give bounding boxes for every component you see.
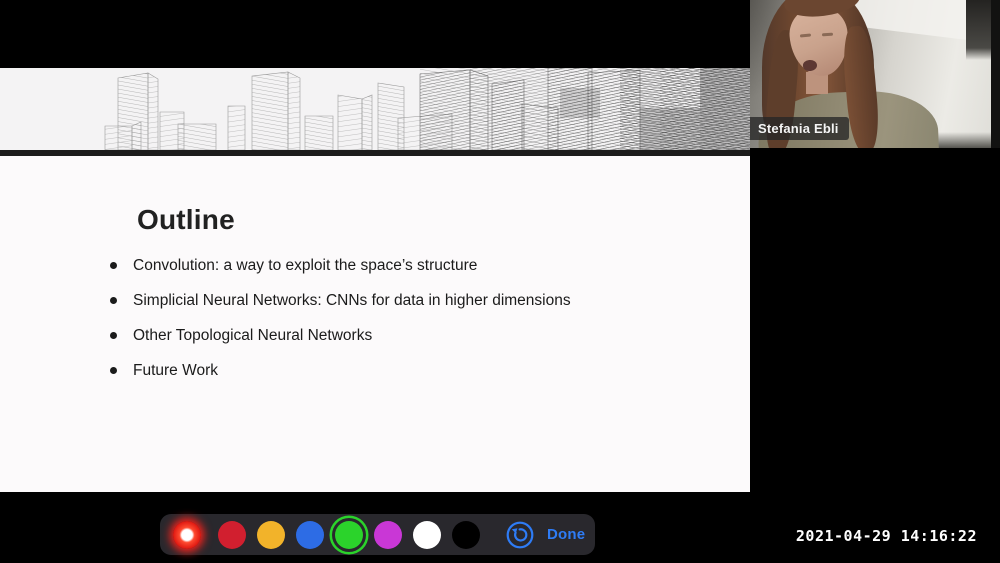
bullet-dot-icon — [110, 297, 117, 304]
slide-body: Outline Convolution: a way to exploit th… — [0, 156, 750, 492]
slide-title: Outline — [137, 204, 235, 235]
annotation-toolbar: Done — [160, 514, 595, 555]
bullet-text: Simplicial Neural Networks: CNNs for dat… — [133, 291, 571, 309]
presentation-slide: Outline Convolution: a way to exploit th… — [0, 0, 750, 492]
bullet-text: Future Work — [133, 361, 218, 379]
webcam-background-edge — [991, 0, 1000, 148]
bullet-dot-icon — [110, 367, 117, 374]
slide-bullet: Convolution: a way to exploit the space’… — [110, 248, 571, 283]
color-swatch-red[interactable] — [218, 520, 246, 549]
color-swatch-green[interactable] — [335, 520, 363, 549]
done-button[interactable]: Done — [547, 526, 585, 543]
bullet-dot-icon — [110, 262, 117, 269]
color-swatch-yellow[interactable] — [257, 520, 285, 549]
webcam-video[interactable]: Stefania Ebli — [750, 0, 1000, 148]
color-swatch-magenta[interactable] — [374, 520, 402, 549]
slide-top-black-bar — [0, 0, 750, 68]
undo-button[interactable] — [505, 520, 535, 550]
screen: Outline Convolution: a way to exploit th… — [0, 0, 1000, 563]
laser-pointer-tool[interactable] — [173, 520, 201, 549]
timestamp: 2021-04-29 14:16:22 — [795, 527, 977, 545]
bullet-dot-icon — [110, 332, 117, 339]
participant-name: Stefania Ebli — [758, 121, 839, 136]
bullet-text: Convolution: a way to exploit the space’… — [133, 256, 478, 274]
color-swatch-blue[interactable] — [296, 520, 324, 549]
bullet-text: Other Topological Neural Networks — [133, 326, 373, 344]
slide-bullet: Simplicial Neural Networks: CNNs for dat… — [110, 283, 571, 318]
slide-bullet: Other Topological Neural Networks — [110, 318, 571, 353]
participant-name-label: Stefania Ebli — [750, 117, 849, 140]
slide-bullet: Future Work — [110, 353, 571, 388]
color-swatch-white[interactable] — [413, 520, 441, 549]
slide-header-skyline-image — [0, 68, 750, 150]
color-swatch-black[interactable] — [452, 520, 480, 549]
slide-bullet-list: Convolution: a way to exploit the space’… — [110, 248, 571, 388]
undo-icon — [506, 521, 534, 548]
